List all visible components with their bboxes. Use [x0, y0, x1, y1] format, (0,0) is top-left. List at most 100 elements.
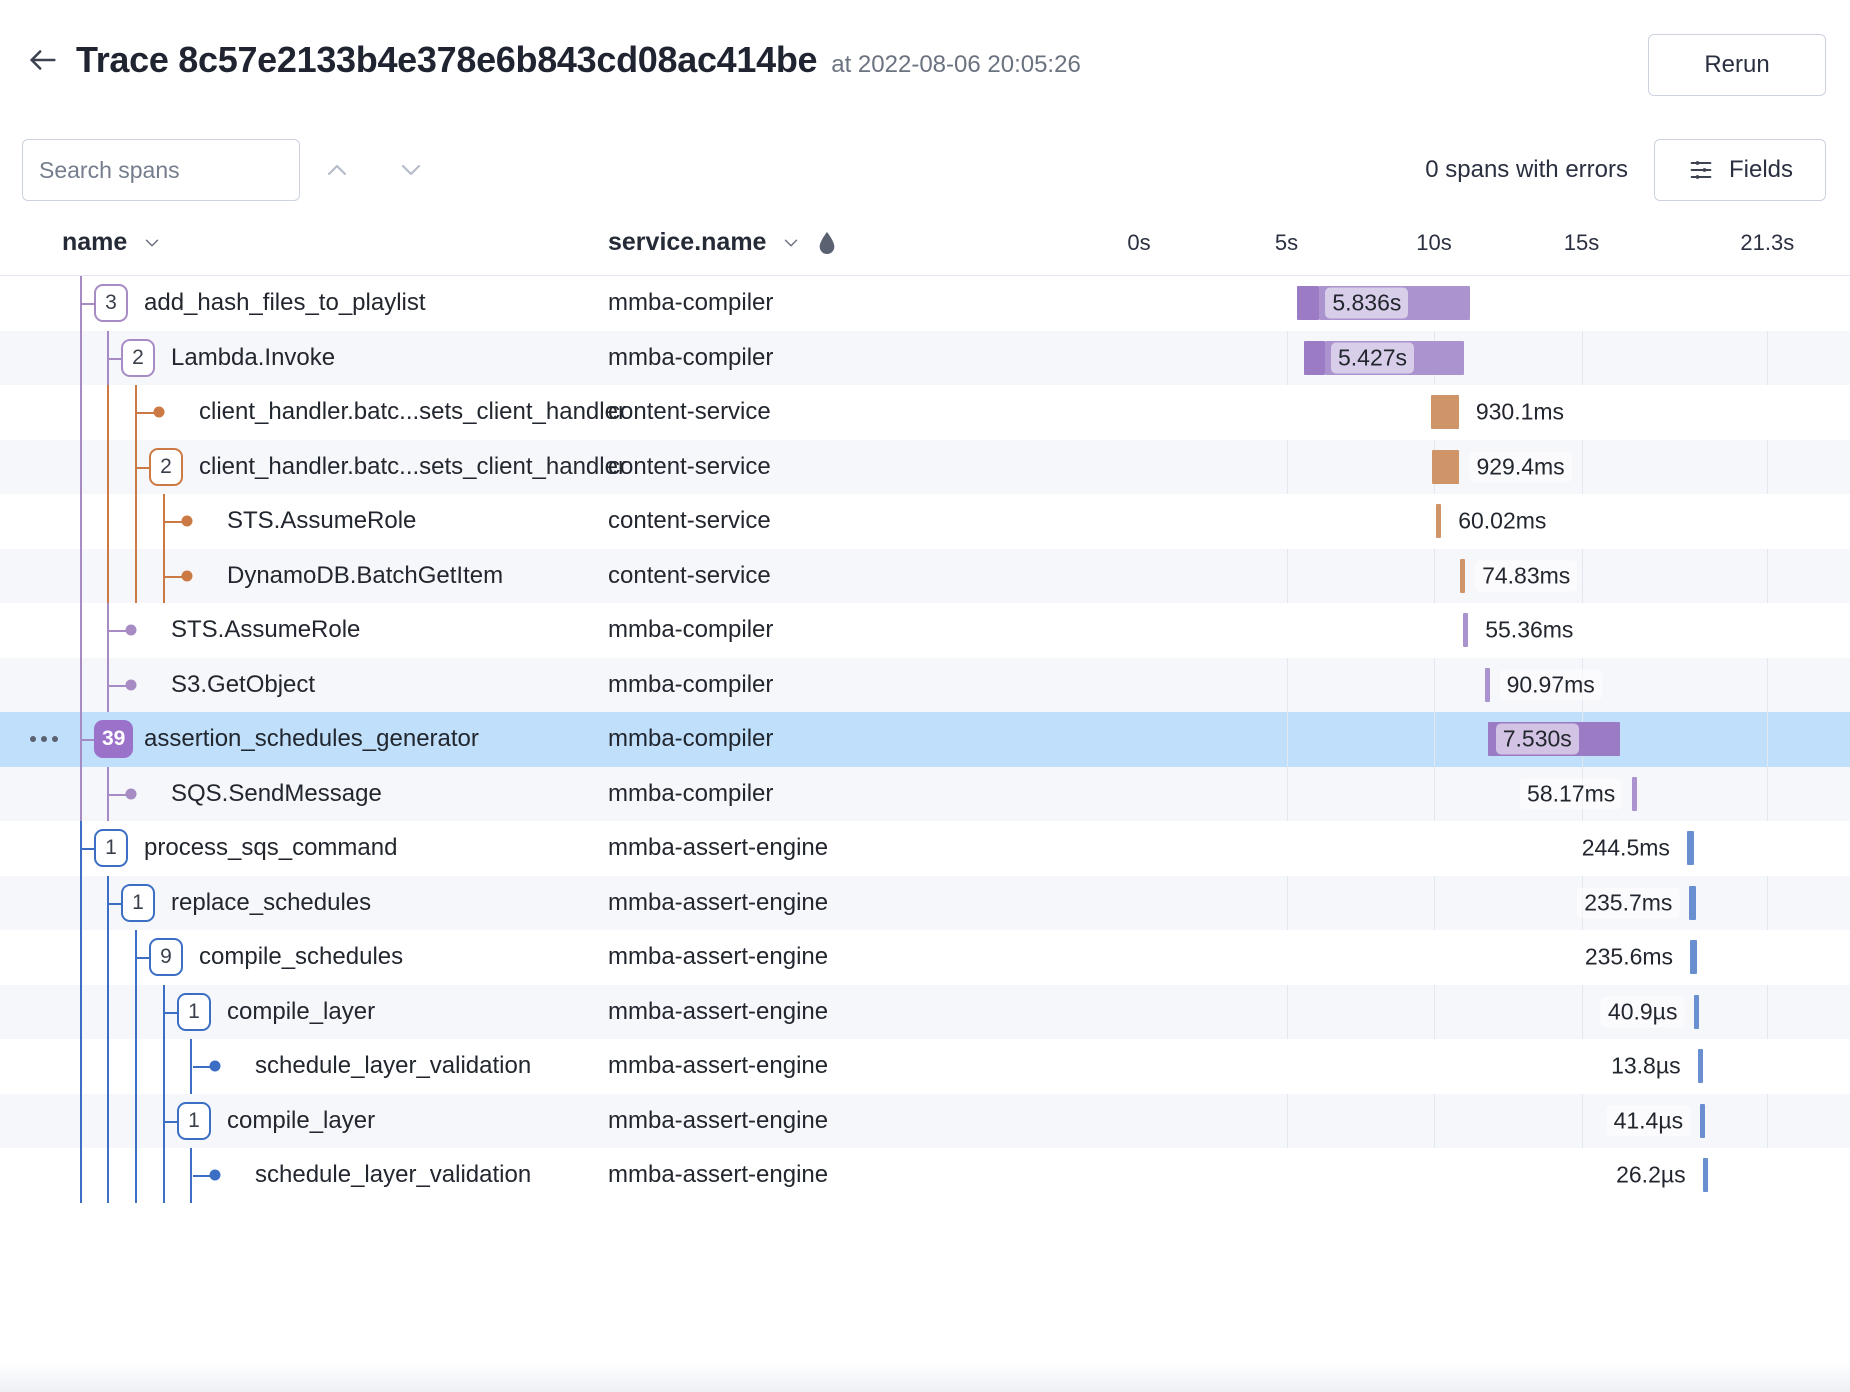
chevron-down-icon[interactable]: [780, 232, 802, 254]
tree-guide-line: [107, 439, 109, 494]
span-timeline-cell: 90.97ms: [960, 657, 1850, 712]
span-name-cell: schedule_layer_validation: [0, 1148, 600, 1203]
table-row[interactable]: 39 assertion_schedules_generator mmba-comp…: [0, 712, 1850, 767]
toolbar-right-group: 0 spans with errors Fields: [1425, 139, 1826, 201]
table-row[interactable]: 1 process_sqs_command mmba-assert-engine 24…: [0, 821, 1850, 876]
span-duration-bar[interactable]: [1436, 504, 1442, 539]
timeline-gridline: [1286, 548, 1288, 603]
child-count-badge[interactable]: 1: [94, 829, 128, 868]
child-count-badge[interactable]: 1: [121, 883, 155, 922]
table-row[interactable]: 9 compile_schedules mmba-assert-engine 235.…: [0, 930, 1850, 985]
span-duration-bar[interactable]: [1484, 667, 1490, 702]
span-duration-bar[interactable]: [1463, 613, 1469, 648]
timeline-gridline: [1287, 821, 1288, 876]
timeline-gridline: [1767, 875, 1769, 930]
timeline-gridline: [1767, 548, 1769, 603]
span-leaf-dot: [209, 1169, 221, 1181]
rerun-button[interactable]: Rerun: [1648, 34, 1826, 96]
child-count-badge[interactable]: 3: [94, 284, 128, 323]
chevron-down-icon[interactable]: [141, 232, 163, 254]
timeline-gridline: [1434, 1093, 1435, 1148]
timeline-gridline: [1767, 1148, 1768, 1203]
droplet-icon[interactable]: [816, 230, 838, 256]
span-duration-bar[interactable]: [1431, 395, 1459, 430]
tree-guide-line: [190, 1148, 192, 1203]
span-duration-bar[interactable]: [1702, 1158, 1708, 1193]
child-count-badge[interactable]: 2: [121, 338, 155, 377]
tree-guide-line: [135, 984, 137, 1039]
table-row[interactable]: 1 compile_layer mmba-assert-engine 40.9µs: [0, 984, 1850, 1039]
span-bar-self-time: [1297, 286, 1320, 321]
timeline-gridline: [1286, 712, 1288, 767]
timeline-gridline: [1286, 766, 1288, 821]
span-duration-bar[interactable]: [1460, 558, 1466, 593]
table-row[interactable]: STS.AssumeRole mmba-compiler 55.36ms: [0, 603, 1850, 658]
tree-guide-line: [107, 1093, 109, 1148]
span-rows: 3 add_hash_files_to_playlist mmba-compiler…: [0, 276, 1850, 1203]
timeline-gridline: [1767, 766, 1769, 821]
span-duration-bar[interactable]: [1690, 940, 1697, 975]
span-name-label: assertion_schedules_generator: [144, 725, 479, 753]
chevron-down-icon[interactable]: [374, 139, 448, 201]
timeline-gridline: [1581, 330, 1583, 385]
table-row[interactable]: 1 compile_layer mmba-assert-engine 41.4µs: [0, 1093, 1850, 1148]
tree-guide-line: [135, 1093, 137, 1148]
table-row[interactable]: 3 add_hash_files_to_playlist mmba-compiler…: [0, 276, 1850, 331]
table-row[interactable]: STS.AssumeRole content-service 60.02ms: [0, 494, 1850, 549]
span-service-label: mmba-assert-engine: [608, 943, 829, 971]
span-duration-bar[interactable]: [1686, 831, 1694, 866]
span-timeline-cell: 929.4ms: [960, 439, 1850, 494]
span-timeline-cell: 235.7ms: [960, 875, 1850, 930]
timeline-gridline: [1582, 385, 1583, 440]
tree-guide-line: [80, 330, 82, 385]
span-timeline-cell: 55.36ms: [960, 603, 1850, 658]
tree-stub: [109, 902, 121, 905]
timeline-gridline: [1767, 494, 1768, 549]
span-duration-bar[interactable]: [1431, 449, 1460, 484]
table-row[interactable]: SQS.SendMessage mmba-compiler 58.17ms: [0, 766, 1850, 821]
table-row[interactable]: schedule_layer_validation mmba-assert-eng…: [0, 1039, 1850, 1094]
timeline-gridline: [1287, 603, 1288, 658]
column-header-service[interactable]: service.name: [608, 228, 838, 257]
timeline-gridline: [1581, 548, 1583, 603]
column-header-name[interactable]: name: [62, 228, 163, 257]
span-name-label: SQS.SendMessage: [171, 779, 382, 807]
table-row[interactable]: client_handler.batc...sets_client_handle…: [0, 385, 1850, 440]
timeline-gridline: [1767, 439, 1769, 494]
child-count-badge[interactable]: 1: [177, 992, 211, 1031]
timeline-gridline: [1581, 439, 1583, 494]
tree-guide-line: [135, 1148, 137, 1203]
table-row[interactable]: DynamoDB.BatchGetItem content-service 74.8…: [0, 548, 1850, 603]
tree-guide-line: [135, 548, 137, 603]
table-row[interactable]: 2 Lambda.Invoke mmba-compiler 5.427s: [0, 330, 1850, 385]
child-count-badge[interactable]: 9: [149, 938, 183, 977]
span-name-label: schedule_layer_validation: [255, 1052, 532, 1080]
span-duration-label: 55.36ms: [1478, 614, 1581, 646]
span-duration-label: 90.97ms: [1499, 669, 1602, 701]
chevron-up-icon[interactable]: [300, 139, 374, 201]
table-row[interactable]: 1 replace_schedules mmba-assert-engine 235.…: [0, 875, 1850, 930]
fields-button[interactable]: Fields: [1654, 139, 1826, 201]
table-row[interactable]: 2 client_handler.batc...sets_client_handl…: [0, 439, 1850, 494]
arrow-left-icon[interactable]: [22, 39, 64, 81]
span-duration-label: 41.4µs: [1606, 1105, 1691, 1137]
table-row[interactable]: S3.GetObject mmba-compiler 90.97ms: [0, 657, 1850, 712]
span-duration-bar[interactable]: [1632, 776, 1638, 811]
span-service-label: mmba-assert-engine: [608, 1052, 829, 1080]
child-count-badge[interactable]: 39: [94, 720, 134, 759]
tree-guide-line: [107, 548, 109, 603]
span-name-label: schedule_layer_validation: [255, 1161, 532, 1189]
search-input[interactable]: [22, 139, 300, 201]
span-name-label: process_sqs_command: [144, 834, 398, 862]
span-duration-bar[interactable]: [1697, 1049, 1703, 1084]
child-count-badge[interactable]: 1: [177, 1101, 211, 1140]
timeline-gridline: [1582, 1039, 1583, 1094]
tree-stub: [109, 357, 121, 360]
table-row[interactable]: schedule_layer_validation mmba-assert-eng…: [0, 1148, 1850, 1203]
span-duration-bar[interactable]: [1689, 885, 1697, 920]
span-timeline-cell: 244.5ms: [960, 821, 1850, 876]
span-duration-bar[interactable]: [1700, 1103, 1706, 1138]
child-count-badge[interactable]: 2: [149, 447, 183, 486]
span-duration-bar[interactable]: [1694, 994, 1700, 1029]
timeline-gridline: [1767, 276, 1768, 331]
